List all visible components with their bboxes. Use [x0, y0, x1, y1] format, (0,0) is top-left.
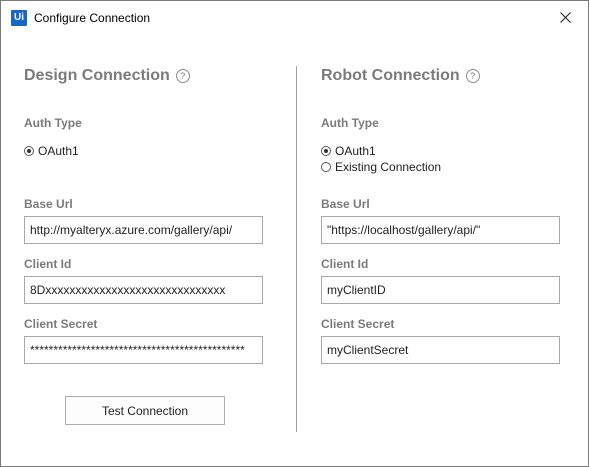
panel-divider [296, 66, 297, 432]
radio-selected-icon [24, 146, 34, 156]
design-base-url-field[interactable]: http://myalteryx.azure.com/gallery/api/ [24, 216, 263, 244]
design-auth-type-label: Auth Type [24, 116, 82, 130]
robot-client-secret-label: Client Secret [321, 317, 395, 331]
design-auth-oauth1-radio[interactable]: OAuth1 [24, 144, 79, 158]
robot-auth-existing-connection-label: Existing Connection [335, 160, 442, 174]
uipath-logo-icon: Ui [11, 10, 27, 26]
help-icon[interactable]: ? [465, 69, 480, 83]
design-base-url-label: Base Url [24, 197, 73, 211]
close-button[interactable] [542, 1, 588, 34]
design-client-id-field[interactable]: 8Dxxxxxxxxxxxxxxxxxxxxxxxxxxxxxx [24, 276, 263, 304]
robot-base-url-label: Base Url [321, 197, 370, 211]
close-icon [559, 12, 571, 23]
window-title: Configure Connection [34, 11, 151, 25]
robot-auth-existing-connection-radio[interactable]: Existing Connection [321, 160, 441, 174]
robot-connection-title: Robot Connection [321, 67, 460, 84]
radio-selected-icon [321, 146, 331, 156]
help-icon[interactable]: ? [175, 69, 190, 83]
design-connection-heading: Design Connection ? [24, 67, 190, 85]
design-connection-title: Design Connection [24, 67, 170, 84]
test-connection-button[interactable]: Test Connection [65, 396, 225, 425]
robot-auth-type-label: Auth Type [321, 116, 379, 130]
robot-auth-oauth1-radio[interactable]: OAuth1 [321, 144, 376, 158]
robot-auth-oauth1-label: OAuth1 [335, 144, 376, 158]
robot-client-secret-field[interactable]: myClientSecret [321, 336, 560, 364]
radio-unselected-icon [321, 162, 331, 172]
design-client-secret-field[interactable]: ****************************************… [24, 336, 263, 364]
robot-base-url-field[interactable]: "https://localhost/gallery/api/" [321, 216, 560, 244]
robot-connection-heading: Robot Connection ? [321, 67, 480, 85]
design-client-id-label: Client Id [24, 257, 72, 271]
design-auth-oauth1-label: OAuth1 [38, 144, 79, 158]
title-bar: Ui Configure Connection [1, 1, 588, 35]
design-client-secret-label: Client Secret [24, 317, 98, 331]
robot-client-id-label: Client Id [321, 257, 369, 271]
robot-client-id-field[interactable]: myClientID [321, 276, 560, 304]
configure-connection-dialog: Ui Configure Connection Design Connectio… [0, 0, 589, 467]
